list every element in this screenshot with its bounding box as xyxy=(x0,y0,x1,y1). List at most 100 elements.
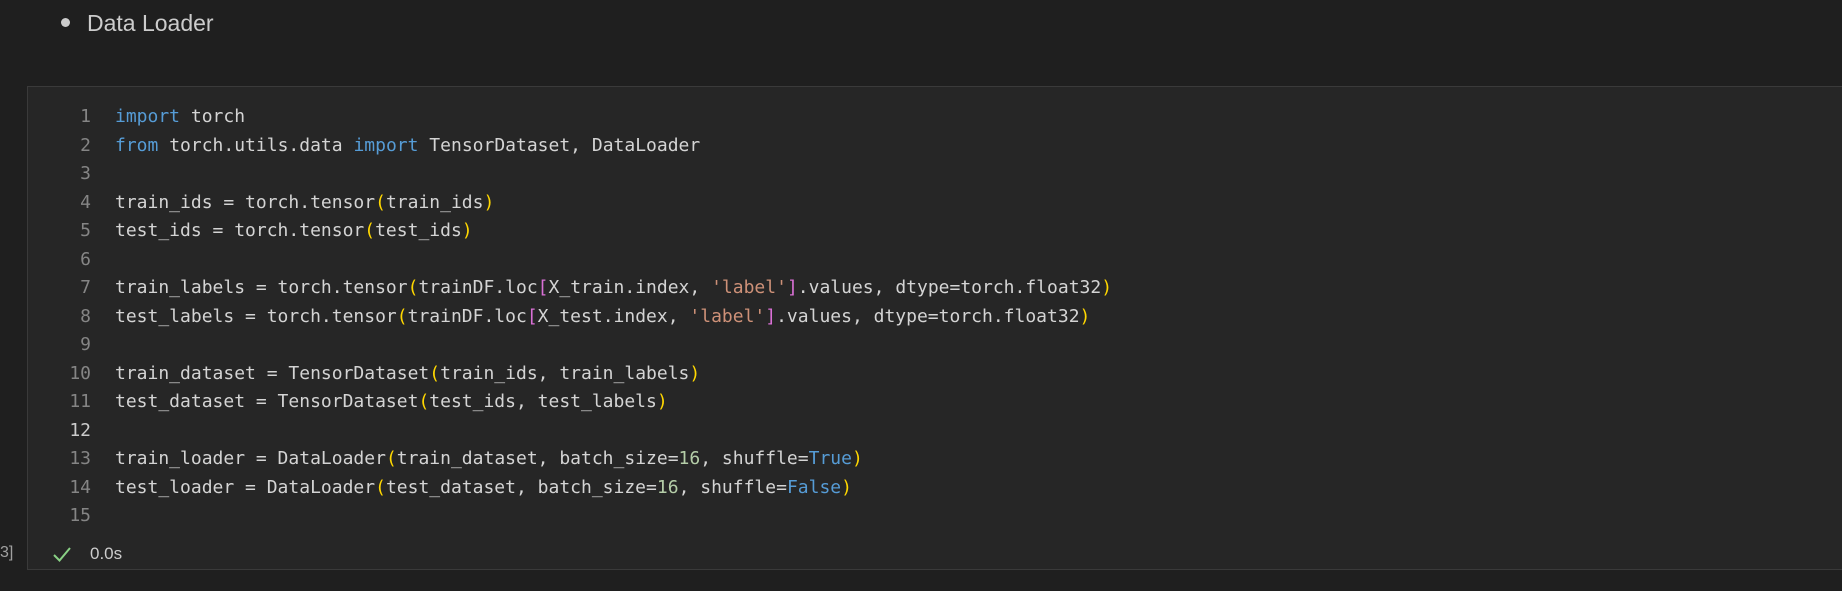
line-number: 15 xyxy=(69,505,91,526)
code-line[interactable]: 1 import torch xyxy=(28,103,1842,132)
code-token: .values, dtype=torch.float32 xyxy=(776,305,1080,327)
code-token: train_dataset, batch_size= xyxy=(396,448,679,469)
code-token: 'label' xyxy=(689,305,766,327)
code-text: test_loader = DataLoader(test_dataset, b… xyxy=(115,474,852,503)
code-token: ) xyxy=(851,448,863,469)
line-number: 11 xyxy=(69,391,91,412)
code-token: ) xyxy=(483,191,495,213)
code-line[interactable]: 11 test_dataset = TensorDataset(test_ids,… xyxy=(28,388,1842,417)
code-token: ( xyxy=(429,362,441,384)
code-token: X_train.index, xyxy=(548,277,712,298)
code-token: train_ids, train_labels xyxy=(440,362,690,384)
code-token: trainDF.loc xyxy=(407,305,527,327)
bullet-icon xyxy=(61,18,70,27)
code-token: import xyxy=(353,134,419,156)
notebook: { "markdown_cell": { "bullet_text": "Dat… xyxy=(0,0,1842,591)
code-line[interactable]: 12 xyxy=(28,417,1842,446)
code-token: train_labels = torch.tensor xyxy=(115,277,408,298)
code-token: [ xyxy=(526,305,538,327)
line-number: 5 xyxy=(80,220,91,241)
code-line[interactable]: 8 test_labels = torch.tensor(trainDF.loc[… xyxy=(28,303,1842,332)
code-token: test_labels = torch.tensor xyxy=(115,305,397,327)
code-token: ( xyxy=(375,476,386,498)
markdown-cell[interactable]: Data Loader xyxy=(0,0,1842,86)
code-line[interactable]: 15 xyxy=(28,502,1842,531)
code-editor[interactable]: 1 import torch 2 from torch.utils.data impo… xyxy=(28,103,1842,531)
code-text: test_dataset = TensorDataset(test_ids, t… xyxy=(115,388,668,417)
line-number: 14 xyxy=(69,476,91,498)
code-token: 16 xyxy=(678,448,701,469)
line-number: 2 xyxy=(80,134,91,156)
code-text: train_loader = DataLoader(train_dataset,… xyxy=(115,445,863,474)
code-token: ) xyxy=(689,362,701,384)
code-text: test_labels = torch.tensor(trainDF.loc[X… xyxy=(115,303,1090,332)
code-line[interactable]: 10 train_dataset = TensorDataset(train_id… xyxy=(28,360,1842,389)
code-token: torch.utils.data xyxy=(158,134,354,156)
check-icon xyxy=(53,547,71,562)
code-token: train_ids = torch.tensor xyxy=(115,191,376,213)
code-token: False xyxy=(786,476,842,498)
code-token: ) xyxy=(1101,277,1113,298)
line-number: 9 xyxy=(80,334,91,355)
code-token: from xyxy=(115,134,159,156)
code-text: train_labels = torch.tensor(trainDF.loc[… xyxy=(115,274,1112,303)
code-token: .values, dtype=torch.float32 xyxy=(797,277,1102,298)
code-token: test_loader = DataLoader xyxy=(115,476,376,498)
code-text: from torch.utils.data import TensorDatas… xyxy=(115,132,700,161)
markdown-bullet-text: Data Loader xyxy=(87,10,214,36)
code-token: ] xyxy=(786,277,798,298)
line-number: 6 xyxy=(80,248,91,270)
code-token: X_test.index, xyxy=(537,305,690,327)
code-token: , shuffle= xyxy=(700,448,809,469)
line-number: 12 xyxy=(69,419,91,441)
code-token: True xyxy=(808,448,852,469)
code-token: test_dataset, batch_size= xyxy=(385,476,657,498)
code-line[interactable]: 2 from torch.utils.data import TensorData… xyxy=(28,132,1842,161)
code-token: train_ids xyxy=(385,191,484,213)
code-token: 16 xyxy=(656,476,679,498)
execution-time: 0.0s xyxy=(90,544,123,563)
code-token: [ xyxy=(537,277,549,298)
code-token: train_loader = DataLoader xyxy=(115,448,386,469)
code-token: test_ids = torch.tensor xyxy=(115,220,365,241)
code-token: trainDF.loc xyxy=(418,277,538,298)
code-line[interactable]: 13 train_loader = DataLoader(train_datase… xyxy=(28,445,1842,474)
code-line[interactable]: 6 xyxy=(28,246,1842,275)
code-line[interactable]: 7 train_labels = torch.tensor(trainDF.loc… xyxy=(28,274,1842,303)
code-token: ) xyxy=(461,220,473,241)
line-number: 10 xyxy=(69,362,91,384)
line-number: 1 xyxy=(80,106,91,127)
code-token: ) xyxy=(1079,305,1091,327)
code-token: ( xyxy=(385,448,397,469)
code-line[interactable]: 14 test_loader = DataLoader(test_dataset,… xyxy=(28,474,1842,503)
code-token: test_ids xyxy=(375,220,462,241)
code-text: import torch xyxy=(115,103,245,132)
code-token: ( xyxy=(375,191,386,213)
code-token: import xyxy=(115,106,181,127)
code-line[interactable]: 5 test_ids = torch.tensor(test_ids) xyxy=(28,217,1842,246)
code-line[interactable]: 9 xyxy=(28,331,1842,360)
line-number: 7 xyxy=(80,277,91,298)
code-token: ( xyxy=(396,305,408,327)
line-number: 13 xyxy=(69,448,91,469)
code-token: 'label' xyxy=(711,277,787,298)
code-line[interactable]: 4 train_ids = torch.tensor(train_ids) xyxy=(28,189,1842,218)
code-token: ( xyxy=(418,391,430,412)
code-token: , shuffle= xyxy=(678,476,787,498)
code-line[interactable]: 3 xyxy=(28,160,1842,189)
code-token: torch xyxy=(180,106,246,127)
code-token: ( xyxy=(364,220,376,241)
code-token: ) xyxy=(656,391,668,412)
code-text: test_ids = torch.tensor(test_ids) xyxy=(115,217,473,246)
cell-status-bar: 0.0s xyxy=(28,539,1842,569)
line-number: 4 xyxy=(80,191,91,213)
code-token: train_dataset = TensorDataset xyxy=(115,362,430,384)
code-token: test_dataset = TensorDataset xyxy=(115,391,419,412)
code-token: ) xyxy=(841,476,852,498)
code-token: test_ids, test_labels xyxy=(429,391,657,412)
code-text: train_ids = torch.tensor(train_ids) xyxy=(115,189,494,218)
code-cell[interactable]: 1 import torch 2 from torch.utils.data impo… xyxy=(27,86,1842,570)
line-number: 3 xyxy=(80,163,91,184)
execution-count: 3] xyxy=(0,544,14,561)
line-number: 8 xyxy=(80,305,91,327)
